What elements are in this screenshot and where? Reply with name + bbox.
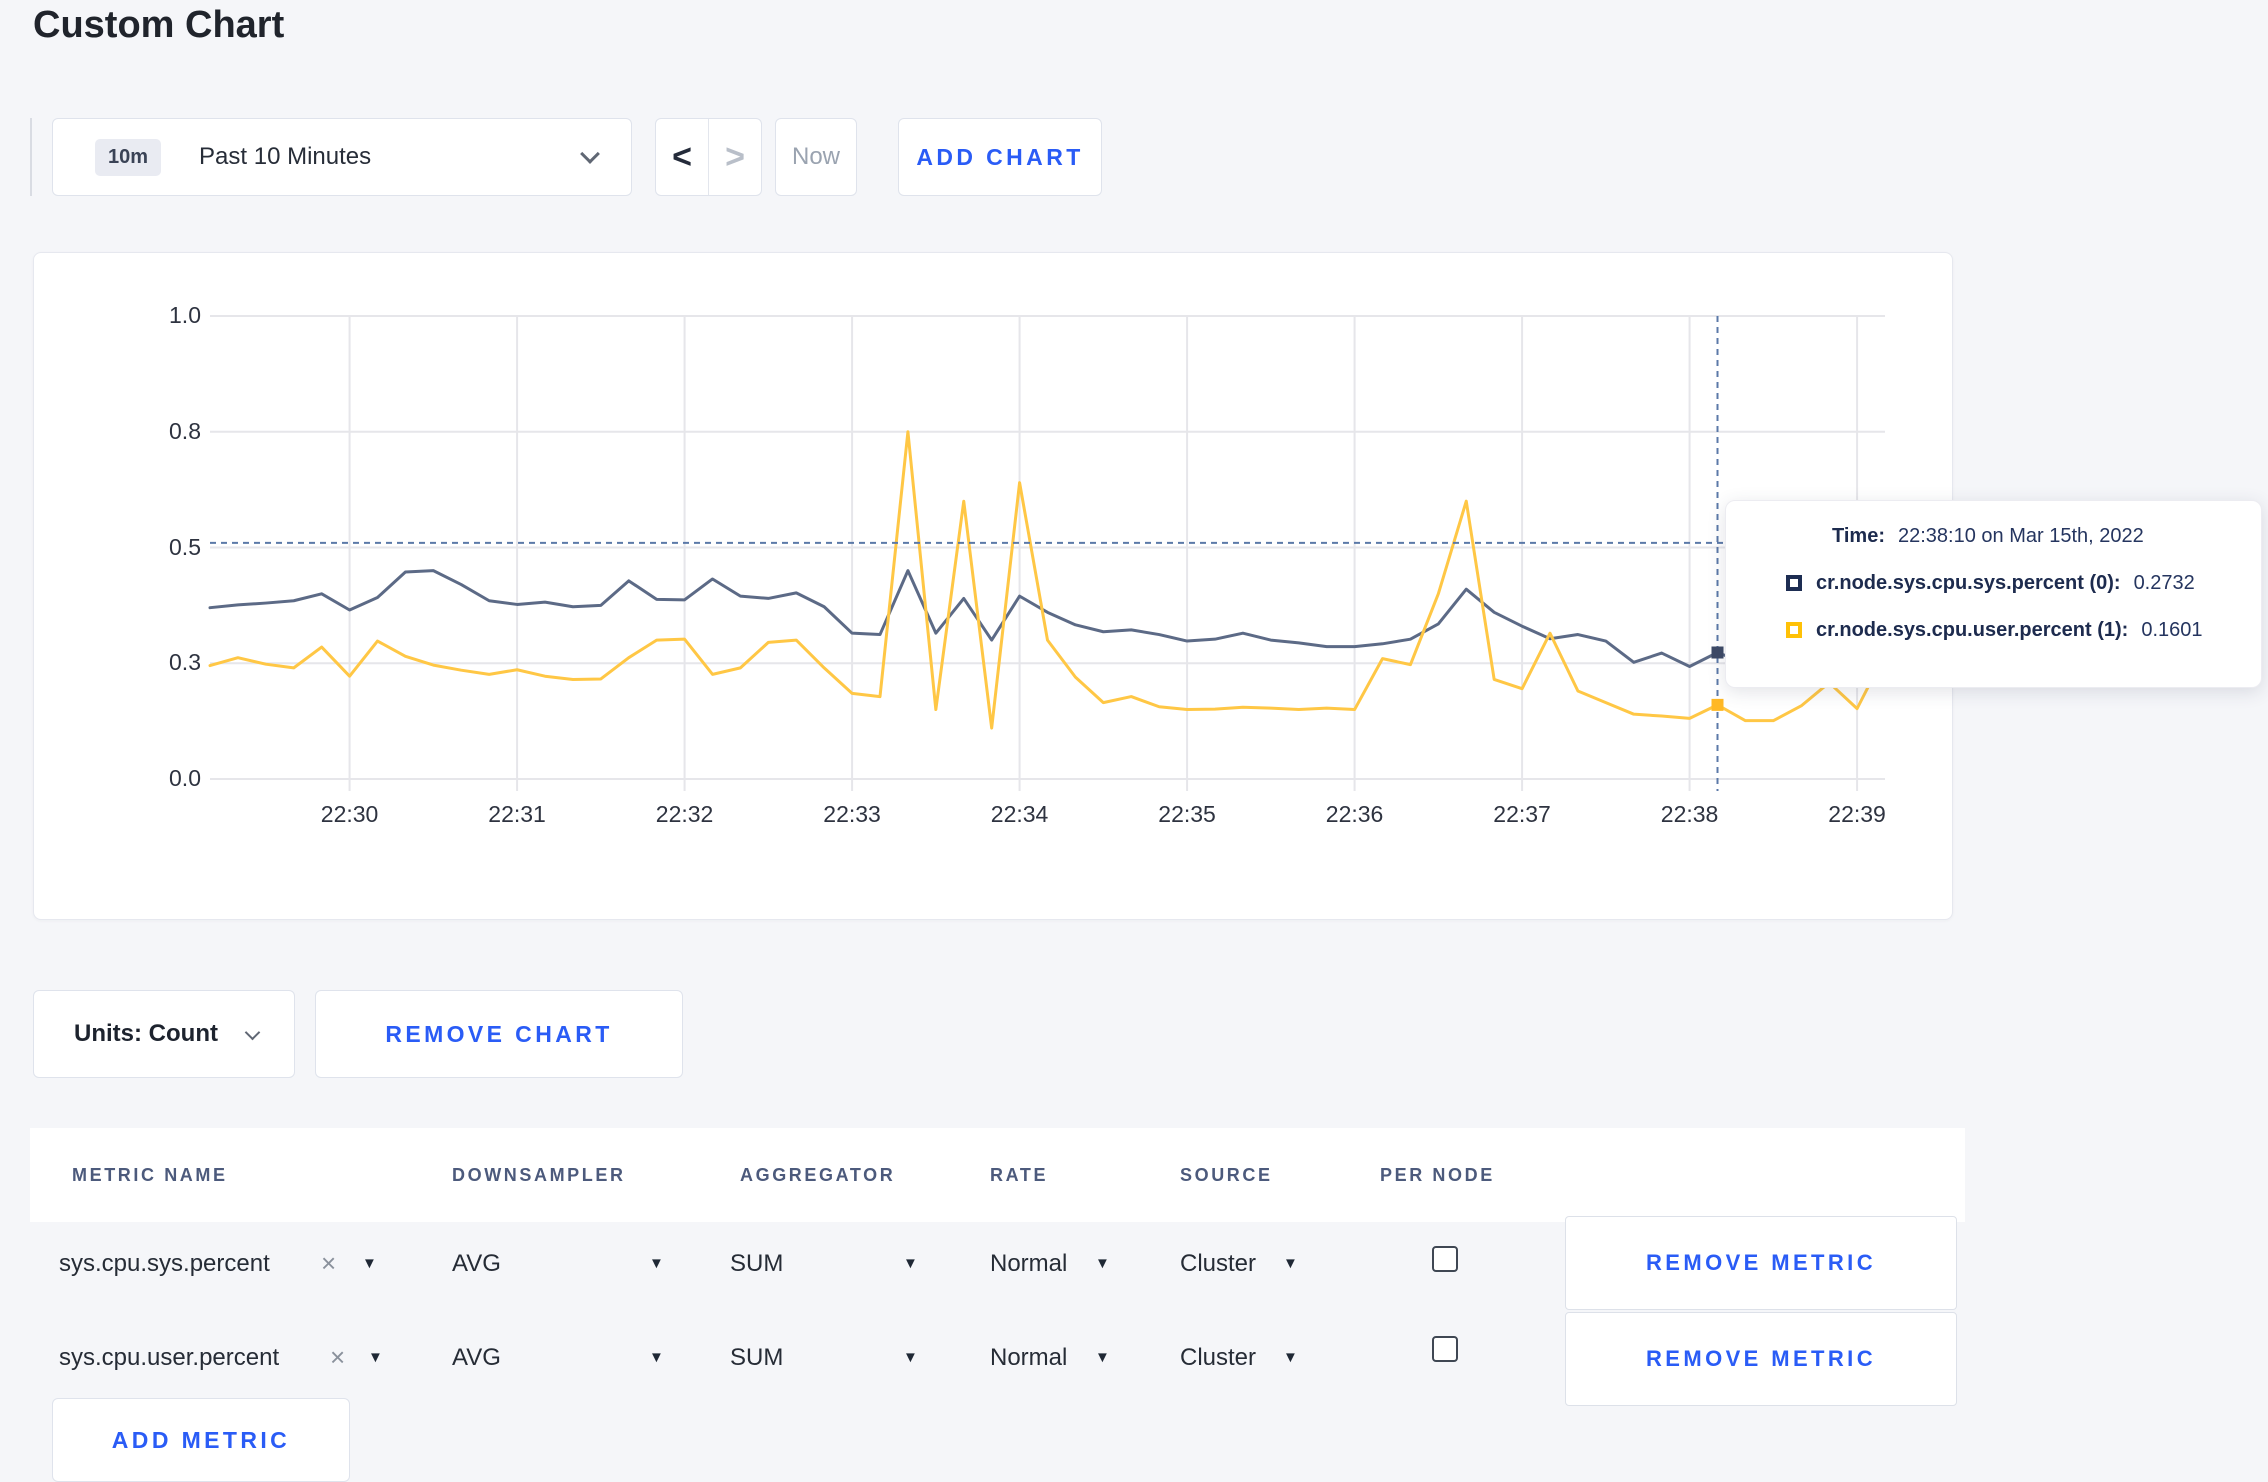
time-back-button[interactable]: < [656,119,709,195]
per-node-checkbox[interactable] [1432,1246,1458,1272]
tooltip-series-row: cr.node.sys.cpu.user.percent (1): 0.1601 [1786,615,2261,645]
remove-metric-x-icon[interactable]: × [321,1248,336,1279]
custom-chart-page: Custom Chart 10m Past 10 Minutes < > Now… [0,0,2268,1482]
metric-name-value[interactable]: sys.cpu.sys.percent [59,1250,270,1278]
y-axis-label: 0.5 [169,533,201,560]
add-chart-button[interactable]: ADD CHART [898,118,1102,196]
remove-metric-button[interactable]: REMOVE METRIC [1565,1312,1957,1406]
x-axis-label: 22:31 [488,801,546,827]
time-window-label: Past 10 Minutes [199,143,372,170]
rate-value[interactable]: Normal [990,1250,1067,1278]
metric-caret-icon[interactable]: ▼ [362,1255,377,1272]
col-header-metric-name: METRIC NAME [72,1165,228,1185]
y-axis-label: 0.3 [169,649,201,676]
chevron-down-icon [244,1024,261,1040]
downsampler-value[interactable]: AVG [452,1344,501,1372]
add-metric-button[interactable]: ADD METRIC [52,1398,350,1482]
x-axis-label: 22:39 [1828,801,1886,827]
chart-tooltip: Time: 22:38:10 on Mar 15th, 2022 cr.node… [1725,500,2262,688]
x-axis-label: 22:37 [1493,801,1551,827]
col-header-downsampler: DOWNSAMPLER [452,1165,626,1185]
source-caret-icon[interactable]: ▼ [1283,1349,1298,1366]
x-axis-label: 22:34 [990,801,1049,827]
tooltip-series-sys-value: 0.2732 [2133,571,2195,594]
aggregator-value[interactable]: SUM [730,1250,783,1278]
remove-metric-x-icon[interactable]: × [330,1342,345,1373]
col-header-aggregator: AGGREGATOR [740,1165,896,1185]
rate-caret-icon[interactable]: ▼ [1095,1349,1110,1366]
page-title: Custom Chart [33,4,285,46]
x-axis-label: 22:38 [1660,801,1719,827]
chart-card: 1.0 0.8 0.5 0.3 0.0 22:30 22:31 22:32 22:33 22:34… [33,252,1953,920]
aggregator-caret-icon[interactable]: ▼ [903,1349,918,1366]
col-header-source: SOURCE [1180,1165,1273,1185]
time-range-selector[interactable]: 10m Past 10 Minutes [52,118,632,196]
series-user-legend-square-icon [1786,622,1802,638]
series-sys-legend-square-icon [1786,575,1802,591]
tooltip-time-label: Time: [1832,524,1885,547]
y-axis-label: 1.0 [169,302,201,328]
metric-caret-icon[interactable]: ▼ [368,1349,383,1366]
metric-name-value[interactable]: sys.cpu.user.percent [59,1344,279,1372]
units-selector[interactable]: Units: Count [33,990,295,1078]
time-nav-group: < > [655,118,762,196]
aggregator-caret-icon[interactable]: ▼ [903,1255,918,1272]
y-axis-label: 0.0 [169,765,201,791]
downsampler-caret-icon[interactable]: ▼ [649,1255,664,1272]
x-axis-label: 22:32 [655,801,714,827]
tooltip-time-value: 22:38:10 on Mar 15th, 2022 [1897,524,2144,547]
time-forward-button[interactable]: > [709,119,761,195]
remove-chart-button[interactable]: REMOVE CHART [315,990,683,1078]
source-value[interactable]: Cluster [1180,1250,1256,1278]
tooltip-series-row: cr.node.sys.cpu.sys.percent (0): 0.2732 [1786,568,2261,598]
y-axis-label: 0.8 [169,417,201,444]
tooltip-series-sys-label: cr.node.sys.cpu.sys.percent (0): [1816,571,2121,594]
downsampler-caret-icon[interactable]: ▼ [649,1349,664,1366]
per-node-checkbox[interactable] [1432,1336,1458,1362]
tooltip-series-user-label: cr.node.sys.cpu.user.percent (1): [1816,618,2129,641]
chevron-down-icon [580,144,600,164]
toolbar-left-rule [30,118,32,196]
tooltip-series-user-value: 0.1601 [2141,618,2203,641]
source-caret-icon[interactable]: ▼ [1283,1255,1298,1272]
units-label: Units: Count [74,1020,218,1047]
x-axis-label: 22:35 [1158,801,1216,827]
tooltip-time-row: Time: 22:38:10 on Mar 15th, 2022 [1832,521,2261,551]
rate-value[interactable]: Normal [990,1344,1067,1372]
downsampler-value[interactable]: AVG [452,1250,501,1278]
now-button[interactable]: Now [775,118,857,196]
remove-metric-button[interactable]: REMOVE METRIC [1565,1216,1957,1310]
x-axis-label: 22:33 [823,801,881,827]
aggregator-value[interactable]: SUM [730,1344,783,1372]
rate-caret-icon[interactable]: ▼ [1095,1255,1110,1272]
x-axis-label: 22:30 [320,801,379,827]
col-header-rate: RATE [990,1165,1049,1185]
x-axis-label: 22:36 [1325,801,1384,827]
source-value[interactable]: Cluster [1180,1344,1256,1372]
col-header-per-node: PER NODE [1380,1165,1495,1185]
time-window-badge: 10m [95,138,162,176]
